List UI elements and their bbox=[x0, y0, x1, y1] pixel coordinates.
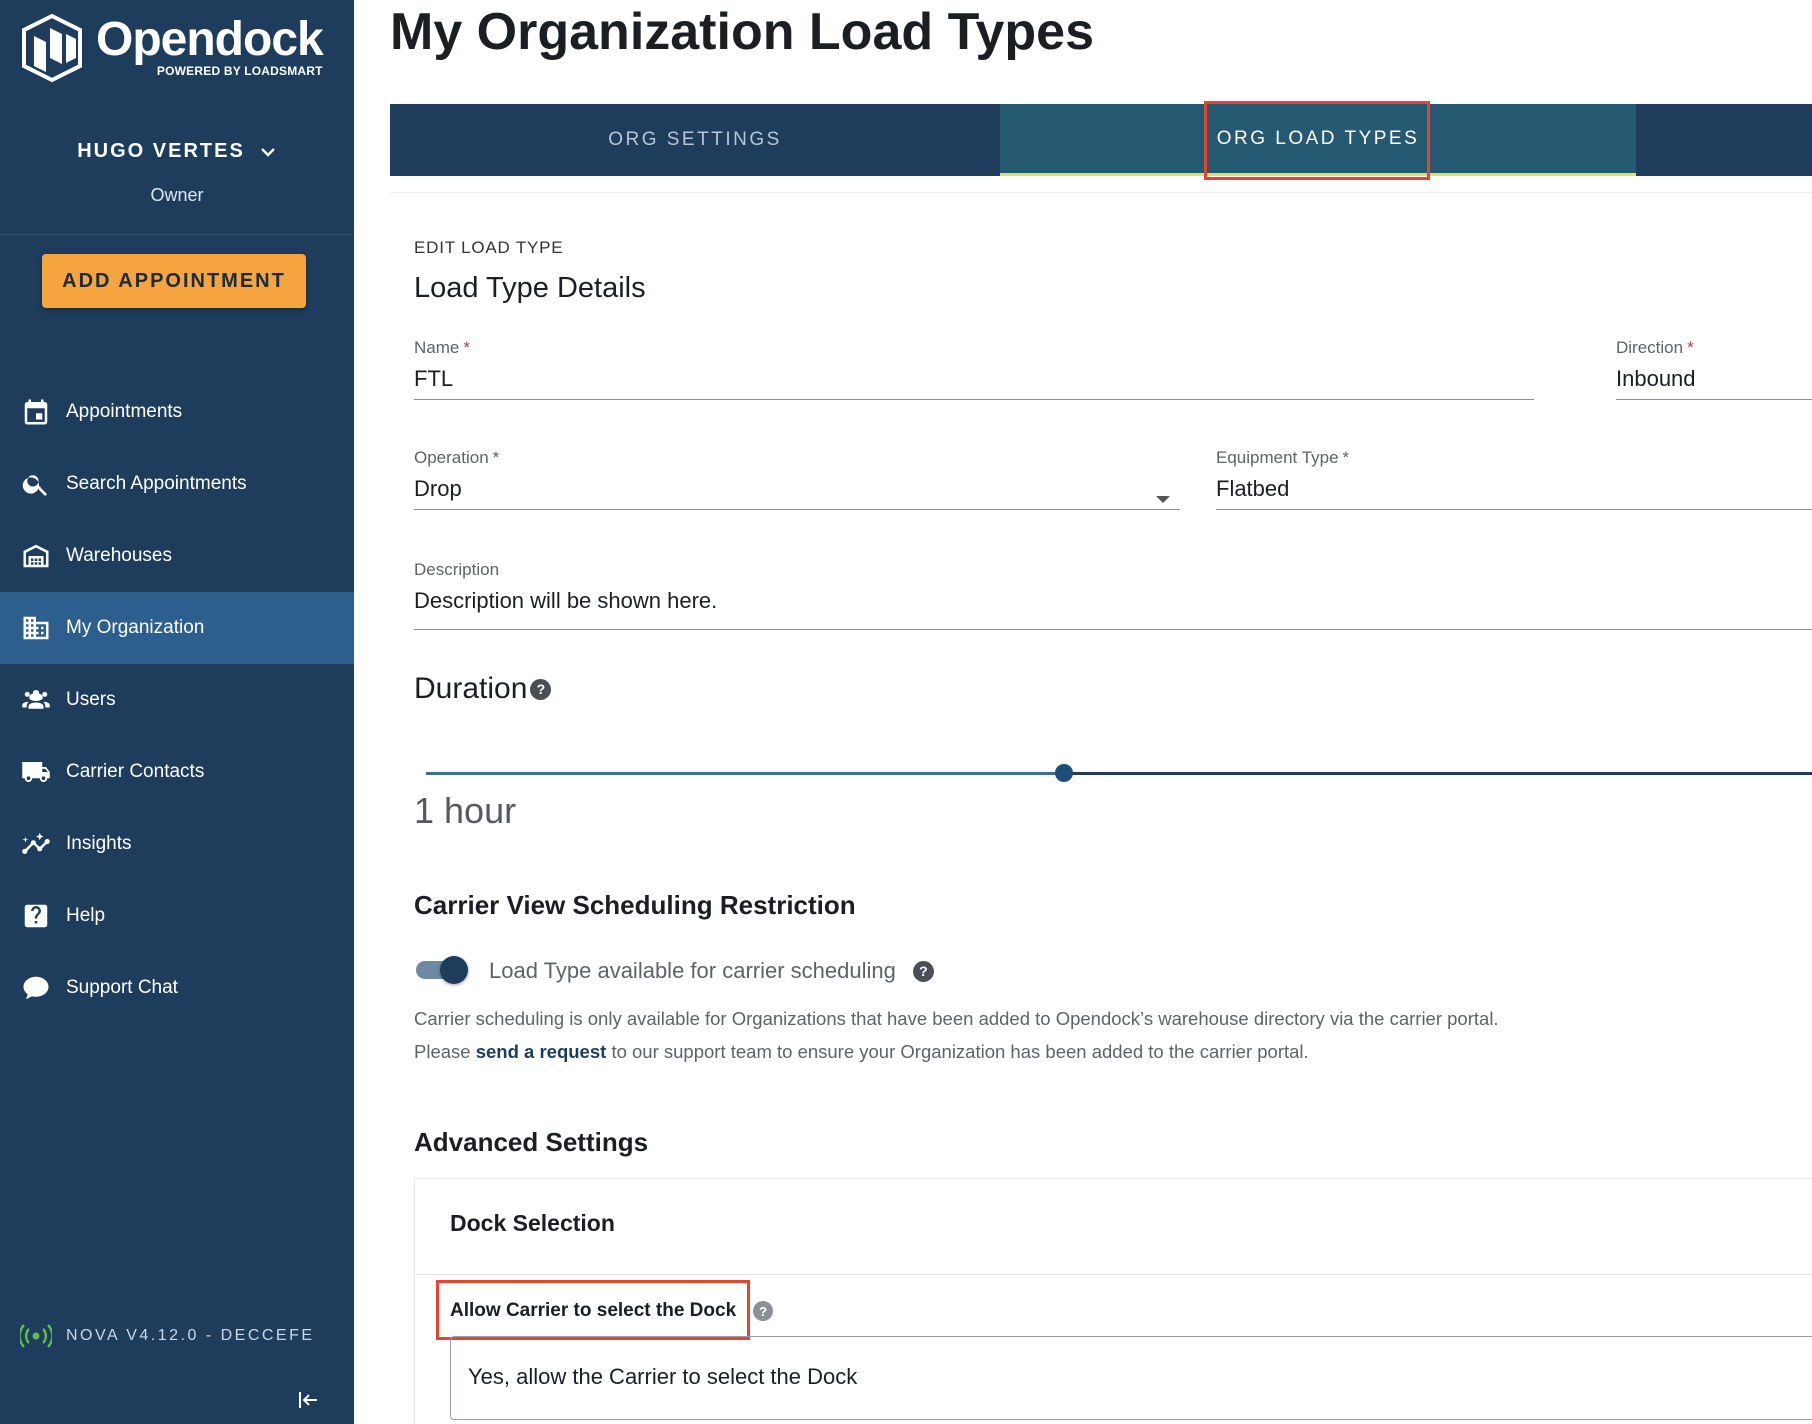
note-prefix: Please bbox=[414, 1041, 471, 1062]
send-request-link[interactable]: send a request bbox=[476, 1041, 607, 1062]
sidebar-item-label: Insights bbox=[66, 833, 132, 854]
form-overline: EDIT LOAD TYPE bbox=[414, 238, 564, 257]
sidebar-divider bbox=[0, 234, 354, 235]
sidebar: Opendock POWERED BY LOADSMART HUGO VERTE… bbox=[0, 0, 354, 1424]
field-underline bbox=[414, 509, 1180, 510]
direction-value: Inbound bbox=[1616, 366, 1696, 391]
sidebar-nav: Appointments Search Appointments Warehou… bbox=[0, 376, 354, 1024]
advanced-settings-title: Advanced Settings bbox=[414, 1127, 649, 1157]
field-underline bbox=[1616, 399, 1812, 400]
brand-name: Opendock bbox=[96, 13, 324, 66]
direction-label: Direction bbox=[1616, 338, 1684, 357]
carrier-note-line2: Please send a request to our support tea… bbox=[414, 1041, 1309, 1063]
sidebar-item-support-chat[interactable]: Support Chat bbox=[0, 952, 354, 1024]
required-marker: * bbox=[463, 338, 470, 357]
help-icon[interactable]: ? bbox=[530, 678, 552, 700]
app-version: NOVA V4.12.0 - DECCEFE bbox=[20, 1322, 315, 1350]
duration-value: 1 hour bbox=[414, 790, 517, 831]
sidebar-item-appointments[interactable]: Appointments bbox=[0, 376, 354, 448]
insights-icon bbox=[20, 828, 52, 860]
truck-icon bbox=[20, 756, 52, 788]
sidebar-item-insights[interactable]: Insights bbox=[0, 808, 354, 880]
duration-label: Duration bbox=[414, 672, 528, 705]
user-role: Owner bbox=[150, 185, 204, 205]
help-icon bbox=[20, 900, 52, 932]
broadcast-icon bbox=[20, 1324, 52, 1348]
name-label: Name bbox=[414, 338, 460, 357]
user-menu[interactable]: HUGO VERTES Owner bbox=[0, 140, 354, 206]
toggle-knob bbox=[440, 956, 468, 984]
duration-slider-thumb[interactable] bbox=[1055, 764, 1073, 782]
chat-icon bbox=[20, 972, 52, 1004]
chevron-down-icon bbox=[260, 147, 275, 157]
field-underline bbox=[414, 629, 1812, 630]
operation-label: Operation bbox=[414, 448, 489, 467]
sidebar-item-warehouses[interactable]: Warehouses bbox=[0, 520, 354, 592]
operation-select[interactable]: Operation * Drop bbox=[414, 448, 1180, 510]
field-underline bbox=[1216, 509, 1812, 510]
org-tabs: ORG SETTINGS ORG LOAD TYPES bbox=[390, 104, 1812, 176]
operation-value: Drop bbox=[414, 476, 462, 501]
field-underline bbox=[414, 399, 1534, 400]
sidebar-item-label: Help bbox=[66, 905, 106, 926]
carrier-scheduling-label-row: Load Type available for carrier scheduli… bbox=[489, 958, 934, 984]
required-marker: * bbox=[1342, 448, 1350, 467]
sidebar-item-label: Appointments bbox=[66, 401, 183, 422]
equipment-type-label: Equipment Type bbox=[1216, 448, 1339, 467]
carrier-restriction-title: Carrier View Scheduling Restriction bbox=[414, 890, 856, 920]
form-title: Load Type Details bbox=[414, 272, 646, 304]
sidebar-item-label: Support Chat bbox=[66, 977, 178, 998]
note-suffix: to our support team to ensure your Organ… bbox=[611, 1041, 1309, 1062]
brand-logo[interactable]: Opendock POWERED BY LOADSMART bbox=[22, 13, 324, 82]
description-value: Description will be shown here. bbox=[414, 588, 718, 613]
sidebar-item-users[interactable]: Users bbox=[0, 664, 354, 736]
collapse-sidebar-icon[interactable] bbox=[296, 1388, 320, 1412]
opendock-logo-icon bbox=[22, 14, 82, 82]
description-label: Description bbox=[414, 560, 500, 579]
duration-slider-fill bbox=[426, 772, 1064, 775]
dropdown-caret-icon[interactable] bbox=[1156, 496, 1170, 503]
name-value: FTL bbox=[414, 366, 454, 391]
equipment-type-field[interactable]: Equipment Type * Flatbed bbox=[1216, 448, 1812, 510]
sidebar-item-label: My Organization bbox=[66, 617, 205, 638]
tab-org-settings[interactable]: ORG SETTINGS bbox=[390, 104, 1000, 176]
help-icon[interactable]: ? bbox=[912, 960, 934, 982]
users-icon bbox=[20, 684, 52, 716]
allow-label-highlight-box bbox=[436, 1280, 750, 1340]
panel-divider bbox=[415, 1274, 1812, 1275]
direction-field[interactable]: Direction * Inbound bbox=[1616, 338, 1812, 400]
sidebar-item-label: Warehouses bbox=[66, 545, 172, 566]
carrier-scheduling-label: Load Type available for carrier scheduli… bbox=[489, 958, 896, 983]
sidebar-item-label: Users bbox=[66, 689, 116, 710]
allow-carrier-dock-value: Yes, allow the Carrier to select the Doc… bbox=[468, 1364, 858, 1389]
main-content: My Organization Load Types ORG SETTINGS … bbox=[354, 0, 1812, 1424]
building-icon bbox=[20, 612, 52, 644]
required-marker: * bbox=[492, 448, 500, 467]
user-name: HUGO VERTES bbox=[77, 140, 245, 162]
carrier-note-line1: Carrier scheduling is only available for… bbox=[414, 1008, 1499, 1029]
sidebar-item-my-organization[interactable]: My Organization bbox=[0, 592, 354, 664]
user-name-toggle[interactable]: HUGO VERTES bbox=[77, 140, 277, 163]
add-appointment-button[interactable]: ADD APPOINTMENT bbox=[42, 254, 306, 308]
name-field[interactable]: Name * FTL bbox=[414, 338, 1534, 400]
sidebar-item-carrier-contacts[interactable]: Carrier Contacts bbox=[0, 736, 354, 808]
calendar-icon bbox=[20, 396, 52, 428]
page-title: My Organization Load Types bbox=[390, 3, 1095, 61]
help-icon[interactable]: ? bbox=[753, 1301, 774, 1321]
equipment-type-value: Flatbed bbox=[1216, 476, 1290, 501]
sidebar-item-search-appointments[interactable]: Search Appointments bbox=[0, 448, 354, 520]
sidebar-item-label: Search Appointments bbox=[66, 473, 247, 494]
sidebar-item-label: Carrier Contacts bbox=[66, 761, 205, 782]
required-marker: * bbox=[1687, 338, 1694, 357]
sidebar-item-help[interactable]: Help bbox=[0, 880, 354, 952]
dock-selection-title[interactable]: Dock Selection bbox=[450, 1210, 615, 1237]
carrier-scheduling-toggle[interactable] bbox=[416, 956, 468, 984]
duration-heading: Duration ? bbox=[414, 672, 552, 706]
version-text: NOVA V4.12.0 - DECCEFE bbox=[66, 1327, 315, 1344]
description-field[interactable]: Description Description will be shown he… bbox=[414, 560, 1812, 630]
tab-highlight-box bbox=[1204, 101, 1430, 180]
brand-tagline: POWERED BY LOADSMART bbox=[156, 64, 323, 78]
search-icon bbox=[20, 468, 52, 500]
warehouse-icon bbox=[20, 540, 52, 572]
